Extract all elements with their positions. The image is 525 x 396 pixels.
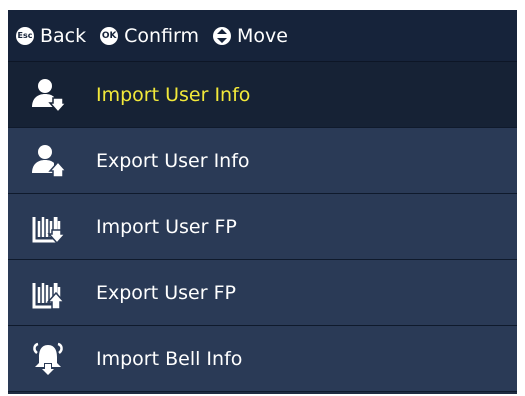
back-hint[interactable]: Esc Back bbox=[16, 25, 86, 47]
user-export-icon bbox=[30, 143, 66, 179]
key-hint-bar: Esc Back OK Confirm Move bbox=[8, 10, 517, 62]
up-down-arrow-icon bbox=[213, 26, 232, 45]
fingerprint-export-icon bbox=[30, 275, 66, 311]
menu-item-import-user-info[interactable]: Import User Info bbox=[8, 62, 517, 128]
ok-key-icon: OK bbox=[100, 26, 119, 45]
confirm-hint[interactable]: OK Confirm bbox=[100, 25, 199, 47]
menu-item-label: Import User FP bbox=[96, 216, 237, 238]
move-label: Move bbox=[237, 24, 288, 47]
menu-item-label: Export User FP bbox=[96, 282, 236, 304]
move-hint[interactable]: Move bbox=[213, 25, 288, 47]
usb-menu-list: Import User Info Export User Info Import… bbox=[8, 62, 517, 392]
menu-item-label: Export User Info bbox=[96, 150, 250, 172]
menu-item-export-user-fp[interactable]: Export User FP bbox=[8, 260, 517, 326]
menu-item-import-user-fp[interactable]: Import User FP bbox=[8, 194, 517, 260]
user-import-icon bbox=[30, 77, 66, 113]
back-label: Back bbox=[40, 24, 87, 47]
bell-import-icon bbox=[30, 341, 66, 377]
confirm-label: Confirm bbox=[124, 24, 200, 47]
menu-item-import-bell-info[interactable]: Import Bell Info bbox=[8, 326, 517, 392]
usb-manager-screen: Esc Back OK Confirm Move Import User Inf… bbox=[8, 10, 517, 394]
menu-item-label: Import User Info bbox=[96, 84, 251, 106]
esc-key-icon: Esc bbox=[16, 26, 34, 45]
fingerprint-import-icon bbox=[30, 209, 66, 245]
menu-item-export-user-info[interactable]: Export User Info bbox=[8, 128, 517, 194]
menu-item-label: Import Bell Info bbox=[96, 348, 243, 370]
